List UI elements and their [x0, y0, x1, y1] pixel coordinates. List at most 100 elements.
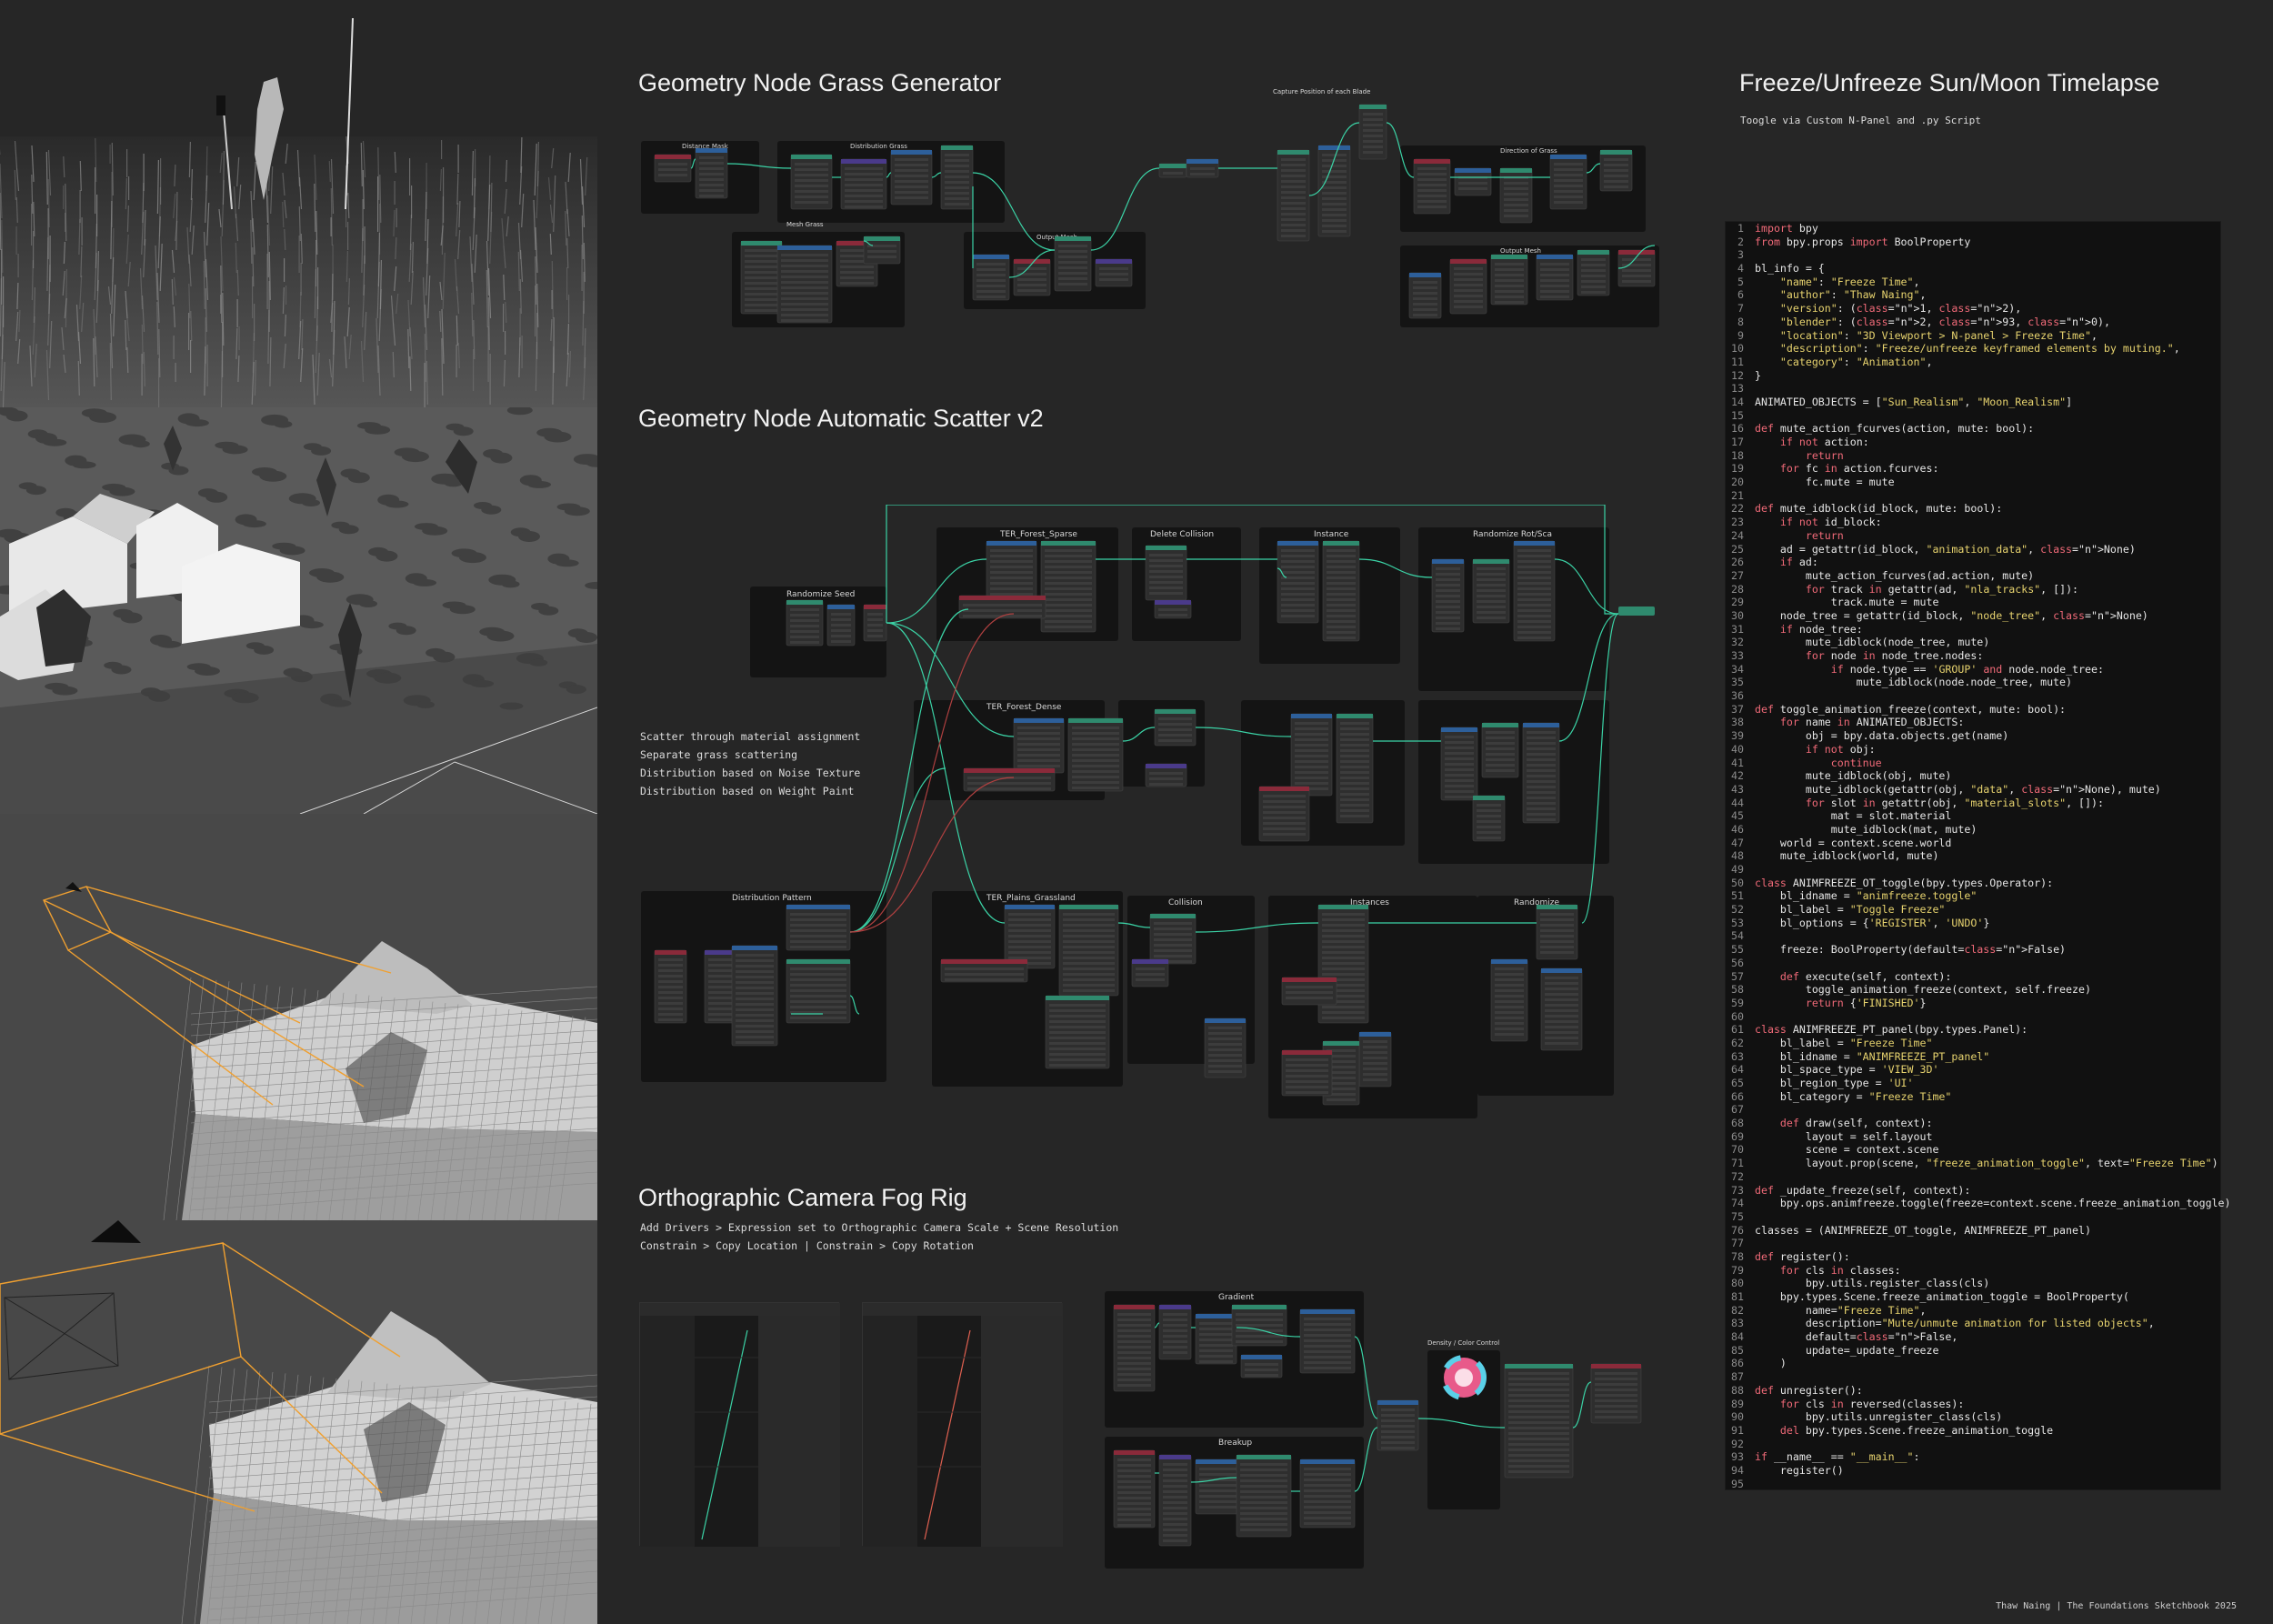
- node-card[interactable]: [654, 949, 687, 1024]
- node-card[interactable]: [1408, 272, 1442, 319]
- node-card[interactable]: [1590, 1363, 1642, 1424]
- node-card[interactable]: [986, 540, 1037, 606]
- node-card[interactable]: [1158, 163, 1187, 178]
- node-card[interactable]: [1095, 258, 1133, 287]
- code-line: "blender": (class="n">2, class="n">93, c…: [1779, 315, 2110, 328]
- node-card[interactable]: [1154, 599, 1192, 619]
- node-card[interactable]: [790, 154, 833, 210]
- node-card[interactable]: [740, 240, 783, 315]
- node-card[interactable]: [1536, 254, 1574, 301]
- node-card[interactable]: [840, 158, 887, 210]
- node-card[interactable]: [1013, 717, 1065, 774]
- node-card[interactable]: [1490, 958, 1528, 1042]
- node-card[interactable]: [940, 145, 974, 210]
- python-code-editor[interactable]: 1 2 3 4 5 6 7 8 9 10 11 12 13 14 15 16 17 18 19 20 21 22 23 24 2…: [1725, 221, 2231, 1490]
- node-card[interactable]: [863, 236, 901, 265]
- node-card[interactable]: [1195, 1313, 1237, 1365]
- node-card[interactable]: [1231, 1304, 1287, 1347]
- node-card[interactable]: [1149, 913, 1197, 965]
- node-card[interactable]: [1067, 717, 1124, 792]
- node-card[interactable]: [890, 149, 933, 206]
- node-card[interactable]: [1236, 1454, 1292, 1538]
- node-card[interactable]: [1522, 722, 1560, 824]
- node-card[interactable]: [1577, 249, 1610, 296]
- node-card[interactable]: [695, 147, 728, 199]
- node-card[interactable]: [1449, 258, 1487, 315]
- node-card[interactable]: [1440, 727, 1478, 801]
- node-card[interactable]: [1040, 540, 1096, 633]
- node-card[interactable]: [1454, 167, 1492, 196]
- node-card[interactable]: [1054, 236, 1092, 292]
- node-card[interactable]: [972, 254, 1010, 301]
- node-card[interactable]: [1499, 167, 1533, 224]
- node-card[interactable]: [776, 245, 833, 324]
- line-number: 52: [1731, 903, 1744, 917]
- node-card[interactable]: [654, 154, 692, 183]
- node-card[interactable]: [1431, 558, 1465, 633]
- node-card[interactable]: [1540, 967, 1583, 1051]
- node-card[interactable]: [1145, 763, 1187, 787]
- node-card[interactable]: [1004, 904, 1056, 969]
- node-card[interactable]: [1336, 713, 1374, 824]
- node-card[interactable]: [1281, 1049, 1333, 1097]
- node-card[interactable]: [1317, 904, 1369, 1024]
- node-card[interactable]: [1377, 1399, 1419, 1451]
- node-card[interactable]: [1277, 149, 1310, 242]
- code-line: bl_region_type = 'UI': [1755, 1077, 1914, 1089]
- node-card[interactable]: [1536, 904, 1578, 960]
- node-card[interactable]: [1481, 722, 1519, 778]
- node-card[interactable]: [1145, 545, 1187, 601]
- line-number: 38: [1731, 716, 1744, 729]
- node-card[interactable]: [1258, 786, 1310, 842]
- line-number: 54: [1731, 929, 1744, 943]
- node-card[interactable]: [1513, 540, 1556, 642]
- node-card[interactable]: [1195, 1459, 1242, 1515]
- node-card[interactable]: [1322, 540, 1360, 642]
- node-card[interactable]: [1472, 558, 1510, 624]
- node-card[interactable]: [1240, 1354, 1283, 1378]
- node-card[interactable]: [1504, 1363, 1574, 1479]
- node-card[interactable]: [963, 767, 1056, 792]
- node-card[interactable]: [1158, 1454, 1192, 1547]
- node-card[interactable]: [1290, 713, 1333, 797]
- node-card[interactable]: [1299, 1459, 1356, 1529]
- node-card[interactable]: [1158, 1304, 1192, 1360]
- node-card[interactable]: [1186, 158, 1219, 178]
- line-number: 24: [1731, 528, 1744, 542]
- node-card[interactable]: [1617, 249, 1656, 287]
- node-card[interactable]: [1113, 1304, 1156, 1392]
- node-card[interactable]: [1281, 977, 1337, 1006]
- node-card[interactable]: [1549, 154, 1587, 210]
- node-card[interactable]: [786, 599, 824, 647]
- node-card[interactable]: [1358, 1031, 1392, 1088]
- node-card[interactable]: [1413, 158, 1451, 215]
- node-card[interactable]: [1131, 958, 1169, 987]
- code-line: def register():: [1755, 1249, 1850, 1263]
- node-card[interactable]: [1013, 258, 1051, 296]
- node-card[interactable]: [1113, 1449, 1156, 1529]
- node-card[interactable]: [958, 595, 1046, 619]
- node-card[interactable]: [1204, 1018, 1247, 1078]
- node-card[interactable]: [1299, 1308, 1356, 1374]
- group-output-node[interactable]: [1618, 606, 1655, 616]
- node-card[interactable]: [1472, 795, 1506, 842]
- node-card[interactable]: [1490, 254, 1528, 306]
- node-card[interactable]: [786, 904, 851, 951]
- line-number: 43: [1731, 782, 1744, 796]
- node-card[interactable]: [1277, 540, 1319, 624]
- code-line: bl_space_type = 'VIEW_3D': [1755, 1063, 1939, 1077]
- node-card[interactable]: [1058, 904, 1119, 997]
- node-card[interactable]: [940, 958, 1028, 983]
- node-card[interactable]: [1599, 149, 1633, 192]
- code-line: if ad:: [1779, 556, 1818, 569]
- node-card[interactable]: [1358, 104, 1387, 160]
- code-line: ad = getattr(id_block, "animation_data",…: [1755, 542, 2136, 556]
- node-card[interactable]: [863, 604, 887, 642]
- node-card[interactable]: [1154, 708, 1197, 747]
- node-card[interactable]: [826, 604, 856, 647]
- node-card[interactable]: [731, 945, 778, 1047]
- node-card[interactable]: [1045, 995, 1110, 1069]
- line-number: 12: [1731, 368, 1744, 382]
